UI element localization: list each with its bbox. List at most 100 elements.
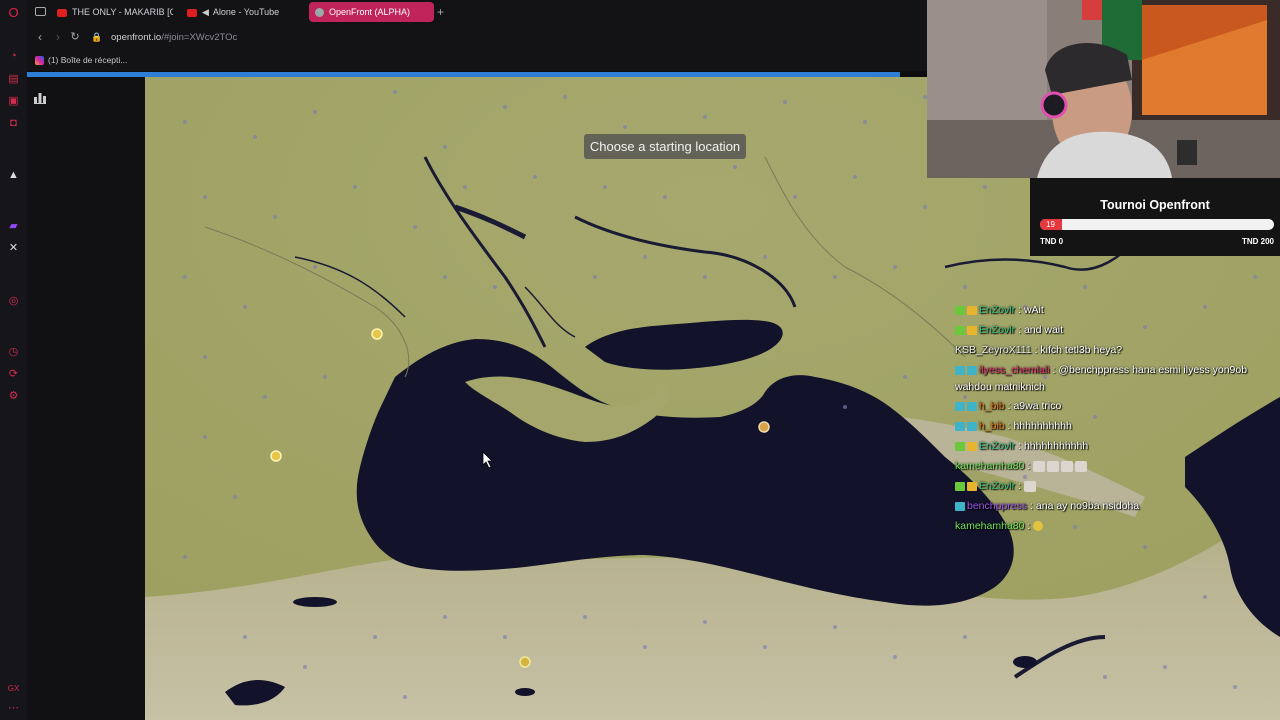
chat-message: h_bib : hhhhhhhhhh (955, 416, 1265, 436)
more-icon[interactable]: ⋯ (7, 702, 20, 715)
chat-message: KSB_ZeyroX111 : kifch tetl3b heya? (955, 340, 1265, 360)
address-bar: ‹ › ↻ 🔒 openfront.io/#join=XWcv2TOc (27, 24, 927, 51)
chat-separator: : (1024, 520, 1034, 532)
chat-app-icon[interactable]: ▣ (7, 95, 20, 108)
chat-separator: : (1024, 460, 1034, 472)
sub-badge-icon (967, 365, 977, 375)
chat-username: h_bib (979, 420, 1005, 432)
chat-text: hhhhhhhhhh (1013, 420, 1072, 432)
chat-message: ilyess_chemlali : @benchppress hana esmi… (955, 360, 1265, 396)
tab-openfront[interactable]: OpenFront (ALPHA) (309, 2, 434, 22)
donation-goal-widget: Tournoi Openfront 19 TND 0 TND 200 (1030, 178, 1280, 256)
url-field[interactable]: openfront.io/#join=XWcv2TOc (111, 32, 237, 43)
chat-username: EnZovlr (979, 480, 1016, 492)
goal-title: Tournoi Openfront (1100, 198, 1210, 212)
sub-badge-icon (967, 421, 977, 431)
emote-icon (1061, 460, 1074, 472)
leaderboard-icon[interactable] (34, 92, 46, 104)
chat-message: kamehamha80 : (955, 456, 1265, 476)
globe-icon (315, 8, 324, 18)
moderator-badge-icon (955, 481, 965, 491)
player-icon[interactable]: ◎ (7, 295, 20, 308)
chat-text: and wait (1023, 324, 1064, 336)
reload-icon[interactable]: ↻ (68, 30, 82, 44)
chat-separator: : (1015, 440, 1024, 452)
tab-alone-youtube[interactable]: ◀ Alone - YouTube (187, 2, 305, 22)
chat-separator: : (1015, 480, 1024, 492)
shopping-icon[interactable]: ▤ (7, 73, 20, 86)
gx-icon[interactable]: GX (7, 682, 20, 695)
opera-logo-icon[interactable]: O (7, 6, 20, 19)
chat-message: h_bib : a9wa trico (955, 396, 1265, 416)
youtube-icon (187, 8, 197, 17)
chat-separator: : (1027, 500, 1036, 512)
messenger-icon[interactable]: ◘ (7, 117, 20, 130)
sub-badge-icon (955, 421, 965, 431)
emote-icon (1033, 521, 1044, 532)
lock-icon: 🔒 (91, 32, 103, 42)
chat-message: EnZovlr : (955, 476, 1265, 496)
chat-message: EnZovlr : wAit (955, 300, 1265, 320)
chat-text: wAit (1023, 304, 1044, 316)
goal-progress-bar: 19 (1040, 219, 1274, 230)
sub-badge-icon (955, 501, 965, 511)
emote-icon (1047, 460, 1060, 472)
chat-username: ilyess_chemlali (979, 364, 1050, 376)
sub-badge-icon (955, 401, 965, 411)
emote-icon (1075, 460, 1088, 472)
tab-menu-icon[interactable] (35, 7, 46, 16)
goal-min-label: TND 0 (1040, 237, 1064, 246)
chat-message: EnZovlr : hhhhhhhhhhh (955, 436, 1265, 456)
forward-icon[interactable]: › (51, 30, 65, 44)
chat-username: EnZovlr (979, 324, 1016, 336)
vip-badge-icon (967, 325, 977, 335)
browser-window: O ◔ ▤ ▣ ◘ ▲ ▰ ✕ ◎ ◷ ⟳ ⚙ GX ⋯ THE ONLY - … (0, 0, 1280, 720)
chat-username: KSB_ZeyroX111 (955, 344, 1032, 356)
history-icon[interactable]: ◷ (7, 346, 20, 359)
chat-username: benchppress (967, 500, 1028, 512)
chat-separator: : (1015, 324, 1024, 336)
settings-icon[interactable]: ⚙ (7, 390, 20, 403)
chat-text: a9wa trico (1013, 400, 1062, 412)
opera-sidebar: O ◔ ▤ ▣ ◘ ▲ ▰ ✕ ◎ ◷ ⟳ ⚙ GX ⋯ (0, 0, 27, 720)
instagram-icon (35, 56, 44, 66)
bookmark-instagram[interactable]: (1) Boîte de récepti... (35, 55, 127, 66)
chat-message: kamehamha80 : (955, 516, 1265, 536)
chat-username: EnZovlr (979, 304, 1016, 316)
emote-icon (1033, 460, 1046, 472)
extensions-icon[interactable]: ⟳ (7, 368, 20, 381)
leaderboard-panel (27, 77, 145, 720)
chat-separator: : (1015, 304, 1024, 316)
chat-username: kamehamha80 (955, 460, 1025, 472)
tab-bar: THE ONLY - MAKARIB [O ◀ Alone - YouTube O… (27, 0, 927, 24)
chat-username: EnZovlr (979, 440, 1016, 452)
x-icon[interactable]: ✕ (7, 242, 20, 255)
back-icon[interactable]: ‹ (33, 30, 47, 44)
vip-badge-icon (967, 481, 977, 491)
twitch-icon[interactable]: ▰ (7, 220, 20, 233)
speaker-icon: ◀ (202, 7, 209, 17)
vpn-icon[interactable]: ▲ (7, 169, 20, 182)
moderator-badge-icon (955, 305, 965, 315)
chat-message: EnZovlr : and wait (955, 320, 1265, 340)
emote-icon (1023, 480, 1036, 492)
goal-max-label: TND 200 (1241, 237, 1274, 246)
chat-username: kamehamha80 (955, 520, 1025, 532)
sub-badge-icon (955, 365, 965, 375)
tab-makarib[interactable]: THE ONLY - MAKARIB [O (57, 2, 173, 22)
chat-username: h_bib (979, 400, 1005, 412)
new-tab-button[interactable]: + (437, 2, 449, 22)
start-location-banner: Choose a starting location (584, 134, 746, 159)
youtube-icon (57, 8, 67, 17)
chat-text: ana ay no9ba nsidoha (1035, 500, 1140, 512)
goal-progress-fill: 19 (1040, 219, 1063, 230)
chat-text: hhhhhhhhhhh (1023, 440, 1089, 452)
aria-icon[interactable]: ◔ (7, 50, 20, 63)
webcam-overlay (927, 0, 1280, 178)
bookmark-bar: (1) Boîte de récepti... (27, 51, 927, 71)
vip-badge-icon (967, 305, 977, 315)
chat-text: kifch tetl3b heya? (1040, 344, 1123, 356)
chat-message: benchppress : ana ay no9ba nsidoha (955, 496, 1265, 516)
vip-badge-icon (967, 441, 977, 451)
stream-chat-overlay: EnZovlr : wAit EnZovlr : and wait KSB_Zeyr… (955, 300, 1265, 536)
